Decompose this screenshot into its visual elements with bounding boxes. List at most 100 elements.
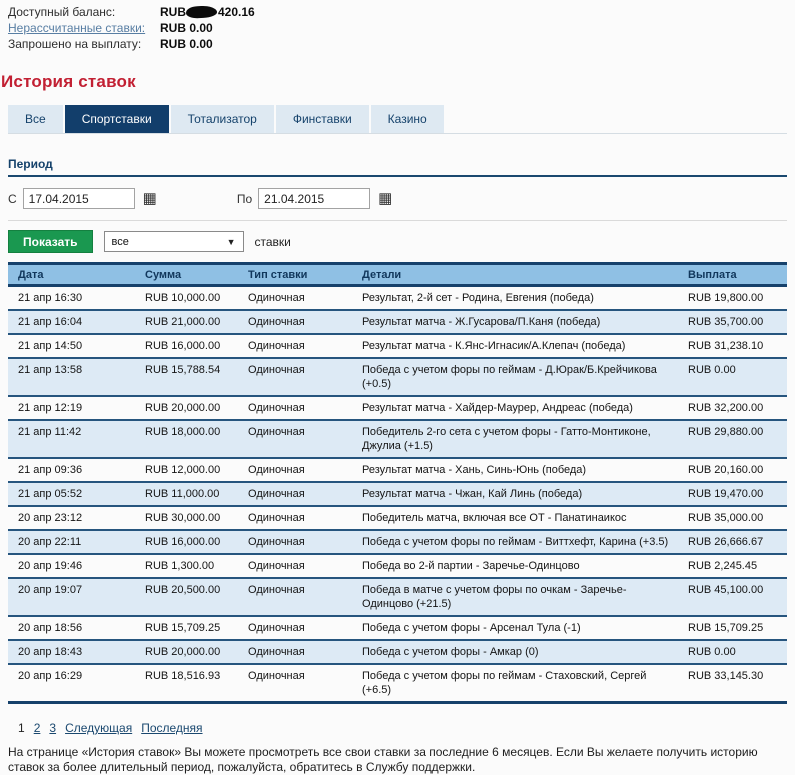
pagination: 1 2 3 Следующая Последняя	[8, 721, 787, 735]
cell-bet-type: Одиночная	[238, 333, 352, 358]
bet-history-page: Доступный баланс: RUB 420.16 Нерассчитанн…	[0, 0, 795, 775]
cell-date: 20 апр 16:29	[8, 663, 135, 703]
calendar-icon[interactable]: ▦	[378, 191, 392, 206]
divider	[8, 220, 787, 221]
table-row: 20 апр 23:12 RUB 30,000.00 Одиночная Победи…	[8, 505, 787, 530]
tab-bar: Все Спортставки Тотализатор Финставки Казино	[8, 105, 787, 134]
date-to-input[interactable]	[258, 188, 371, 209]
table-row: 20 апр 19:46 RUB 1,300.00 Одиночная Победа …	[8, 553, 787, 578]
page-link[interactable]: 3	[49, 721, 56, 735]
bet-type-select[interactable]: все ▼	[103, 231, 244, 252]
cell-details: Результат матча - Хайдер-Маурер, Андреас…	[352, 395, 678, 420]
cell-date: 20 апр 18:43	[8, 639, 135, 664]
requested-withdrawal-label: Запрошено на выплату:	[8, 37, 142, 51]
cell-bet-type: Одиночная	[238, 481, 352, 506]
cell-bet-type: Одиночная	[238, 663, 352, 703]
table-row: 21 апр 16:30 RUB 10,000.00 Одиночная Резуль…	[8, 286, 787, 311]
page-link[interactable]: Последняя	[141, 721, 202, 735]
cell-date: 20 апр 19:07	[8, 577, 135, 616]
cell-date: 21 апр 13:58	[8, 357, 135, 396]
unsettled-bets-label-wrap: Нерассчитанные ставки:	[8, 20, 160, 36]
calendar-icon[interactable]: ▦	[143, 191, 157, 206]
page-title: История ставок	[1, 72, 136, 91]
cell-details: Победа с учетом форы по геймам - Стаховс…	[352, 663, 678, 703]
cell-amount: RUB 16,000.00	[135, 333, 238, 358]
cell-amount: RUB 30,000.00	[135, 505, 238, 530]
cell-payout: RUB 33,145.30	[678, 663, 787, 703]
cell-payout: RUB 19,470.00	[678, 481, 787, 506]
date-to-group: По ▦	[236, 188, 392, 209]
cell-details: Победа с учетом форы - Арсенал Тула (-1)	[352, 615, 678, 640]
cell-date: 20 апр 23:12	[8, 505, 135, 530]
bets-table-head: Дата Сумма Тип ставки Детали Выплата	[8, 263, 787, 287]
table-row: 20 апр 18:43 RUB 20,000.00 Одиночная Победа…	[8, 639, 787, 664]
page-link[interactable]: Следующая	[65, 721, 132, 735]
table-row: 21 апр 13:58 RUB 15,788.54 Одиночная Победа…	[8, 357, 787, 396]
cell-amount: RUB 20,000.00	[135, 395, 238, 420]
cell-date: 20 апр 19:46	[8, 553, 135, 578]
cell-bet-type: Одиночная	[238, 639, 352, 664]
page-link[interactable]: 2	[34, 721, 41, 735]
cell-amount: RUB 10,000.00	[145, 292, 221, 304]
cell-amount: RUB 12,000.00	[135, 457, 238, 482]
cell-bet-type: Одиночная	[238, 615, 352, 640]
cell-date: 20 апр 22:11	[8, 529, 135, 554]
cell-bet-type: Одиночная	[238, 395, 352, 420]
column-header: Дата	[8, 263, 135, 287]
cell-details: Результат матча - Хань, Синь-Юнь (победа…	[352, 457, 678, 482]
balance-amount-suffix: 420.16	[218, 5, 255, 19]
table-row: 21 апр 12:19 RUB 20,000.00 Одиночная Резуль…	[8, 395, 787, 420]
show-button[interactable]: Показать	[8, 230, 93, 253]
date-from-input[interactable]	[22, 188, 135, 209]
cell-amount: RUB 15,709.25	[135, 615, 238, 640]
cell-amount: RUB 11,000.00	[135, 481, 238, 506]
table-row: 21 апр 14:50 RUB 16,000.00 Одиночная Резуль…	[8, 333, 787, 358]
tab-казино[interactable]: Казино	[370, 105, 444, 133]
table-row: 21 апр 11:42 RUB 18,000.00 Одиночная Победи…	[8, 419, 787, 458]
cell-payout: RUB 20,160.00	[678, 457, 787, 482]
tab-спортставки[interactable]: Спортставки	[64, 105, 169, 133]
cell-details: Победа с учетом форы - Амкар (0)	[352, 639, 678, 664]
cell-date: 21 апр 12:19	[8, 395, 135, 420]
balance-block: Доступный баланс: RUB 420.16 Нерассчитанн…	[8, 4, 787, 52]
cell-details: Победа с учетом форы по геймам - Д.Юрак/…	[352, 357, 678, 396]
cell-date: 21 апр 05:52	[8, 481, 135, 506]
cell-payout: RUB 0.00	[678, 639, 787, 664]
cell-bet-type: Одиночная	[238, 419, 352, 458]
table-row: 20 апр 22:11 RUB 16,000.00 Одиночная Победа…	[8, 529, 787, 554]
cell-date: 21 апр 16:30	[18, 292, 83, 304]
cell-date: 20 апр 18:56	[8, 615, 135, 640]
cell-details: Победа в матче с учетом форы по очкам - …	[352, 577, 678, 616]
cell-bet-type: Одиночная	[238, 577, 352, 616]
cell-details: Результат матча - Чжан, Кай Линь (победа…	[352, 481, 678, 506]
cell-details: Результат, 2-й сет - Родина, Евгения (по…	[362, 292, 594, 304]
cell-payout: RUB 0.00	[678, 357, 787, 396]
tab-все[interactable]: Все	[8, 105, 63, 133]
table-row: 20 апр 16:29 RUB 18,516.93 Одиночная Победа…	[8, 663, 787, 703]
tab-финставки[interactable]: Финставки	[275, 105, 369, 133]
filter-suffix-label: ставки	[254, 234, 291, 249]
table-row: 20 апр 18:56 RUB 15,709.25 Одиночная Победа…	[8, 615, 787, 640]
table-row: 21 апр 05:52 RUB 11,000.00 Одиночная Резуль…	[8, 481, 787, 506]
table-row: 21 апр 16:04 RUB 21,000.00 Одиночная Резуль…	[8, 309, 787, 334]
cell-amount: RUB 1,300.00	[135, 553, 238, 578]
unsettled-bets-link[interactable]: Нерассчитанные ставки:	[8, 21, 145, 35]
available-balance-label: Доступный баланс:	[8, 5, 116, 19]
header-row: Дата Сумма Тип ставки Детали Выплата	[8, 263, 787, 287]
requested-withdrawal-value: RUB 0.00	[160, 37, 213, 51]
cell-details: Победитель 2-го сета с учетом форы - Гат…	[352, 419, 678, 458]
cell-details: Победа во 2-й партии - Заречье-Одинцово	[352, 553, 678, 578]
balance-currency: RUB	[160, 5, 186, 19]
cell-payout: RUB 35,700.00	[678, 309, 787, 334]
cell-amount: RUB 18,516.93	[135, 663, 238, 703]
cell-payout: RUB 15,709.25	[678, 615, 787, 640]
cell-date: 21 апр 16:04	[8, 309, 135, 334]
cell-bet-type: Одиночная	[238, 457, 352, 482]
cell-amount: RUB 20,500.00	[135, 577, 238, 616]
cell-date: 21 апр 11:42	[8, 419, 135, 458]
tab-тотализатор[interactable]: Тотализатор	[170, 105, 274, 133]
cell-amount: RUB 21,000.00	[135, 309, 238, 334]
date-to-label: По	[236, 191, 253, 206]
cell-bet-type: Одиночная	[238, 357, 352, 396]
redaction-blob	[185, 5, 218, 19]
